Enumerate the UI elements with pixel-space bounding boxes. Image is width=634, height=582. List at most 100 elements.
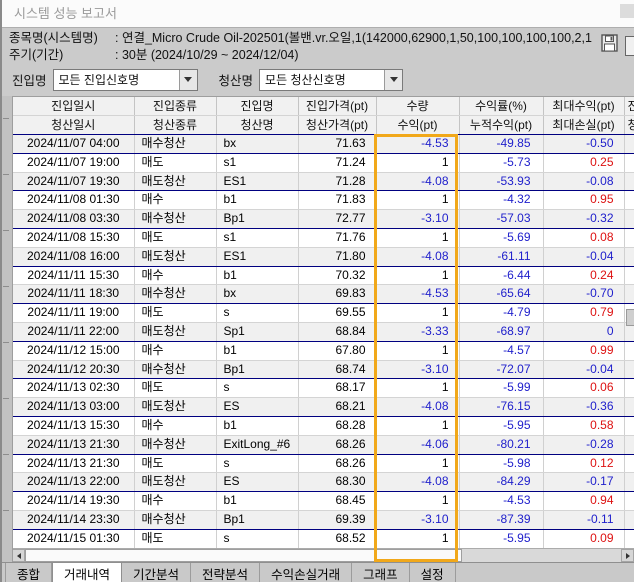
tab-기간분석[interactable]: 기간분석 [122, 563, 191, 582]
table-row[interactable]: 2024/11/08 15:30매도s171.761-5.690.08 [13, 228, 634, 247]
table-row[interactable]: 2024/11/12 20:30매수청산Bp168.74-3.10-72.07-… [13, 360, 634, 379]
entry-dropdown-button[interactable] [179, 70, 197, 90]
cell-clipped [624, 416, 634, 435]
tab-수익손실거래[interactable]: 수익손실거래 [260, 563, 352, 582]
table-row[interactable]: 2024/11/08 01:30매수b171.831-4.320.95 [13, 191, 634, 210]
col-profit[interactable]: 수익(pt) [376, 116, 459, 135]
cell-max-profit-loss: -0.08 [543, 172, 624, 191]
table-row[interactable]: 2024/11/12 15:00매수b167.801-4.570.99 [13, 341, 634, 360]
save-icon[interactable] [601, 34, 618, 52]
table-row[interactable]: 2024/11/15 01:30매도s68.521-5.950.09 [13, 529, 634, 548]
cell-datetime: 2024/11/08 01:30 [13, 191, 134, 210]
cell-signal-name: ES [216, 398, 298, 417]
table-row[interactable]: 2024/11/13 03:00매도청산ES68.21-4.08-76.15-0… [13, 398, 634, 417]
col-entry-datetime[interactable]: 진입일시 [13, 97, 134, 116]
col-clipped-1[interactable]: 진 [624, 97, 634, 116]
cell-cum-profit: -5.95 [459, 529, 543, 548]
cell-datetime: 2024/11/13 03:00 [13, 398, 134, 417]
top-right-button-fragment[interactable] [620, 4, 634, 18]
table-row[interactable]: 2024/11/13 21:30매도s68.261-5.980.12 [13, 454, 634, 473]
cell-signal-name: bx [216, 285, 298, 304]
cell-trade-type: 매수 [134, 266, 216, 285]
window-title: 시스템 성능 보고서 [2, 0, 634, 27]
col-entry-type[interactable]: 진입종류 [134, 97, 216, 116]
system-performance-report-window: 시스템 성능 보고서 종목명(시스템명): 연결_Micro Crude Oil… [0, 0, 634, 582]
table-row[interactable]: 2024/11/13 15:30매수b168.281-5.950.58 [13, 416, 634, 435]
cell-price: 67.80 [298, 341, 376, 360]
table-row[interactable]: 2024/11/11 22:00매도청산Sp168.84-3.33-68.970 [13, 322, 634, 341]
entry-signal-dropdown[interactable]: 모든 진입신호명 [53, 69, 198, 91]
table-row[interactable]: 2024/11/11 19:00매도s69.551-4.790.79 [13, 304, 634, 323]
col-exit-price[interactable]: 청산가격(pt) [298, 116, 376, 135]
table-row[interactable]: 2024/11/11 18:30매수청산bx69.83-4.53-65.64-0… [13, 285, 634, 304]
col-profit-rate[interactable]: 수익률(%) [459, 97, 543, 116]
cell-datetime: 2024/11/12 15:00 [13, 341, 134, 360]
horizontal-scrollbar[interactable] [12, 548, 634, 562]
cell-datetime: 2024/11/11 18:30 [13, 285, 134, 304]
cell-clipped [624, 228, 634, 247]
col-max-loss[interactable]: 최대손실(pt) [543, 116, 624, 135]
tab-종합[interactable]: 종합 [5, 563, 52, 582]
col-max-profit[interactable]: 최대수익(pt) [543, 97, 624, 116]
cell-qty-profit: -4.08 [376, 473, 459, 492]
left-edge-scrollbar-strip[interactable] [2, 96, 13, 562]
cell-signal-name: ES1 [216, 172, 298, 191]
cell-trade-type: 매도청산 [134, 398, 216, 417]
exit-dropdown-button[interactable] [384, 70, 402, 90]
cell-signal-name: ES1 [216, 247, 298, 266]
cell-price: 71.24 [298, 153, 376, 172]
col-exit-name[interactable]: 청산명 [216, 116, 298, 135]
table-row[interactable]: 2024/11/07 19:00매도s171.241-5.730.25 [13, 153, 634, 172]
cell-price: 68.26 [298, 454, 376, 473]
table-row[interactable]: 2024/11/13 02:30매도s68.171-5.990.06 [13, 379, 634, 398]
cell-qty-profit: -3.10 [376, 510, 459, 529]
col-cum-profit[interactable]: 누적수익(pt) [459, 116, 543, 135]
col-quantity[interactable]: 수량 [376, 97, 459, 116]
cell-price: 69.83 [298, 285, 376, 304]
cell-qty-profit: -4.53 [376, 135, 459, 154]
col-exit-type[interactable]: 청산종류 [134, 116, 216, 135]
cell-price: 71.76 [298, 228, 376, 247]
table-row[interactable]: 2024/11/11 15:30매수b170.321-6.440.24 [13, 266, 634, 285]
cell-max-profit-loss: -0.17 [543, 473, 624, 492]
cell-max-profit-loss: -0.50 [543, 135, 624, 154]
exit-signal-selected: 모든 청산신호명 [260, 71, 384, 88]
cell-qty-profit: 1 [376, 266, 459, 285]
scroll-left-button[interactable] [12, 549, 25, 562]
cell-clipped [624, 492, 634, 511]
tab-설정[interactable]: 설정 [410, 563, 456, 582]
table-row[interactable]: 2024/11/07 04:00매수청산bx71.63-4.53-49.85-0… [13, 135, 634, 154]
tab-거래내역[interactable]: 거래내역 [52, 563, 122, 582]
table-row[interactable]: 2024/11/13 22:00매도청산ES68.30-4.08-84.29-0… [13, 473, 634, 492]
cell-price: 68.26 [298, 435, 376, 454]
cell-cum-profit: -5.95 [459, 416, 543, 435]
table-row[interactable]: 2024/11/14 23:30매수청산Bp169.39-3.10-87.39-… [13, 510, 634, 529]
tab-전략분석[interactable]: 전략분석 [191, 563, 260, 582]
entry-filter-label: 진입명 [12, 70, 47, 89]
table-row[interactable]: 2024/11/08 16:00매도청산ES171.80-4.08-61.11-… [13, 247, 634, 266]
col-exit-datetime[interactable]: 청산일시 [13, 116, 134, 135]
cell-max-profit-loss: 0.58 [543, 416, 624, 435]
table-row[interactable]: 2024/11/07 19:30매도청산ES171.28-4.08-53.93-… [13, 172, 634, 191]
col-entry-name[interactable]: 진입명 [216, 97, 298, 116]
cell-cum-profit: -76.15 [459, 398, 543, 417]
table-row[interactable]: 2024/11/13 21:30매수청산ExitLong_#668.26-4.0… [13, 435, 634, 454]
cell-cum-profit: -68.97 [459, 322, 543, 341]
cell-trade-type: 매도 [134, 153, 216, 172]
table-row[interactable]: 2024/11/14 19:30매수b168.451-4.530.94 [13, 492, 634, 511]
col-entry-price[interactable]: 진입가격(pt) [298, 97, 376, 116]
cell-cum-profit: -80.21 [459, 435, 543, 454]
col-clipped-2[interactable]: 청 [624, 116, 634, 135]
vertical-scrollbar-fragment[interactable] [626, 309, 634, 326]
cell-qty-profit: -4.53 [376, 285, 459, 304]
cell-max-profit-loss: 0.95 [543, 191, 624, 210]
scrollbar-thumb[interactable] [25, 549, 462, 562]
cell-trade-type: 매수 [134, 416, 216, 435]
table-row[interactable]: 2024/11/08 03:30매수청산Bp172.77-3.10-57.03-… [13, 210, 634, 229]
cell-price: 68.74 [298, 360, 376, 379]
exit-signal-dropdown[interactable]: 모든 청산신호명 [259, 69, 403, 91]
scroll-right-button[interactable] [621, 549, 634, 562]
scrollbar-track[interactable] [462, 549, 621, 562]
tab-그래프[interactable]: 그래프 [352, 563, 410, 582]
document-icon-partial[interactable] [625, 36, 634, 56]
